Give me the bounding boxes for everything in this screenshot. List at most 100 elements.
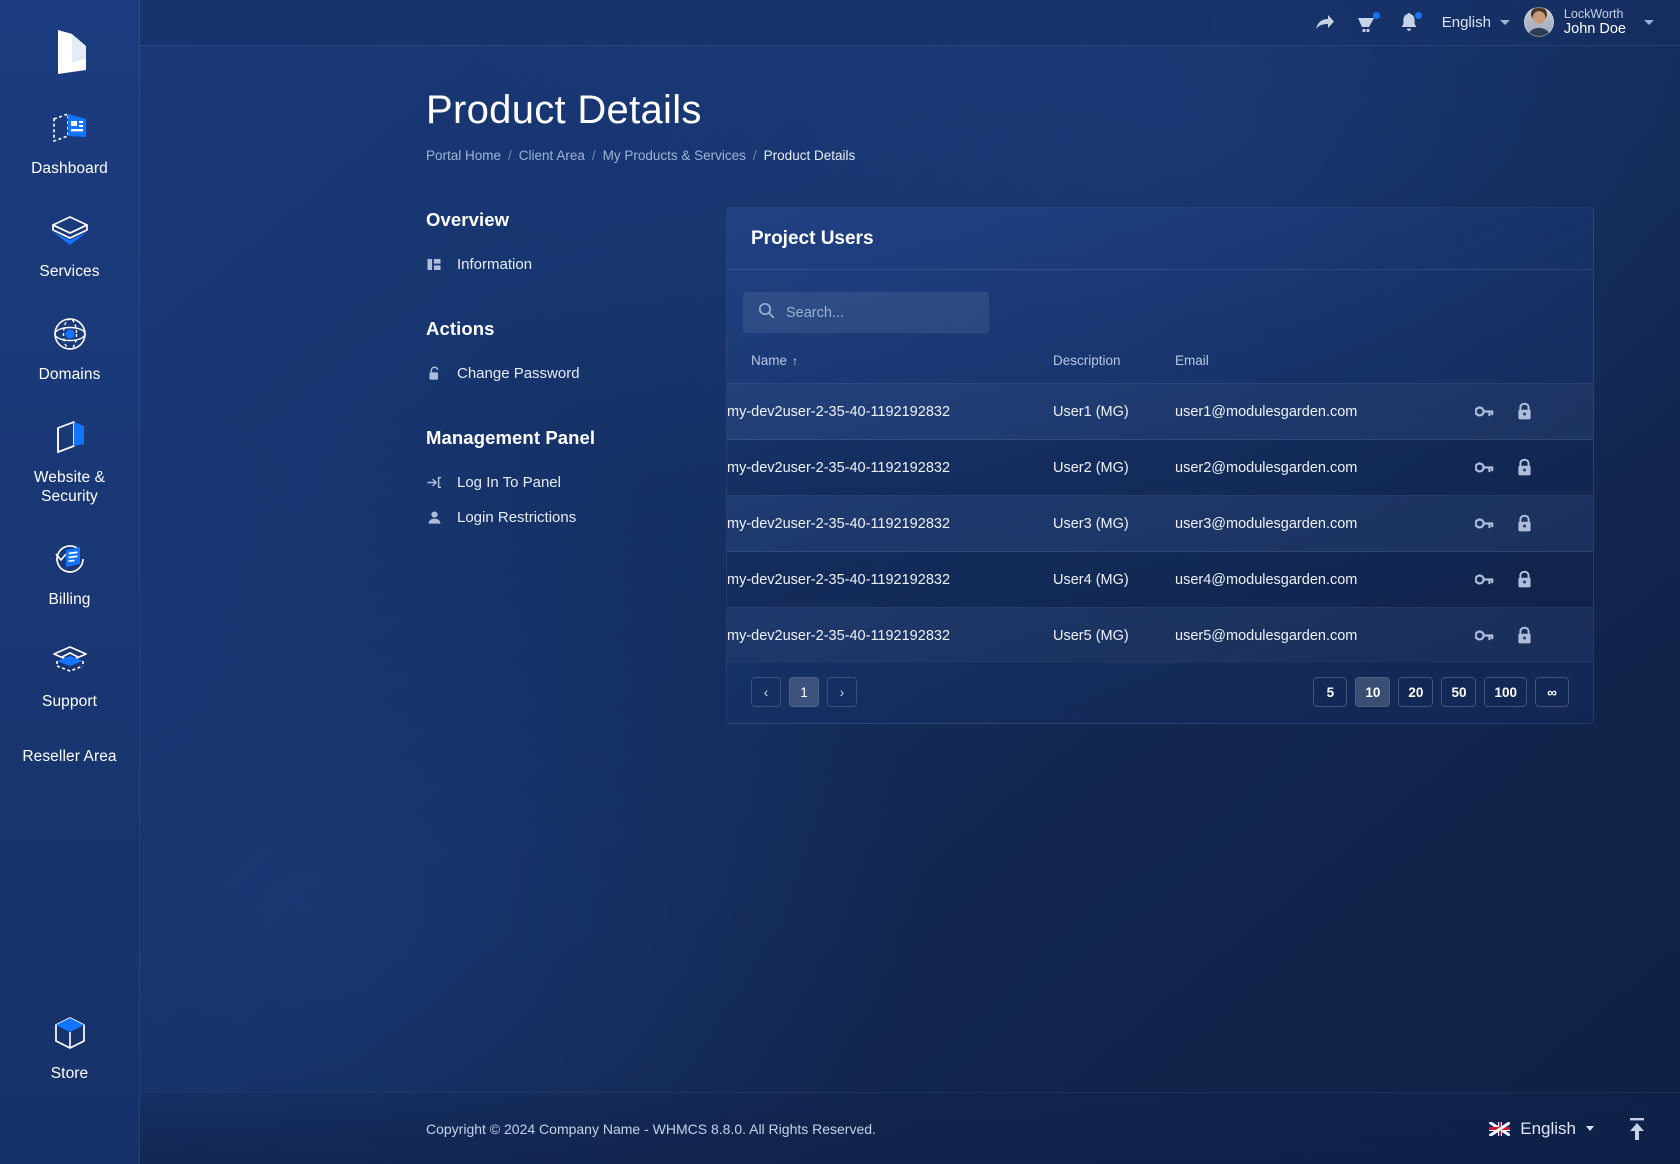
key-icon[interactable] (1475, 516, 1494, 531)
body-row: Overview Information Actions Change Pass… (140, 163, 1680, 724)
cell-description: User5 (MG) (1053, 607, 1175, 663)
column-header-description[interactable]: Description (1053, 353, 1175, 384)
scroll-to-top-button[interactable] (1620, 1112, 1654, 1146)
project-users-table: Name ↑ Description Email my-dev2user-2-35… (727, 353, 1593, 663)
column-header-email[interactable]: Email (1175, 353, 1475, 384)
column-header-name-label: Name (751, 353, 788, 368)
cell-actions (1475, 495, 1593, 552)
footer-language-label: English (1520, 1118, 1576, 1138)
panel-header: Project Users (727, 208, 1593, 270)
pagination: ‹ 1 › (751, 677, 857, 707)
page-size-10-button[interactable]: 10 (1355, 677, 1391, 707)
sidebar-item-label: Support (42, 693, 97, 711)
pagination-page-1-button[interactable]: 1 (789, 677, 819, 707)
website-security-icon (48, 415, 92, 459)
user-menu[interactable]: LockWorth John Doe (1523, 6, 1654, 39)
padlock-icon[interactable] (1516, 402, 1533, 421)
side-menu-item-log-in-to-panel[interactable]: Log In To Panel (426, 469, 726, 495)
app-root: Dashboard Services Domains Website & Sec… (0, 0, 1680, 1164)
side-menu-item-label: Information (457, 255, 533, 273)
domains-globe-icon (48, 312, 92, 356)
cell-actions (1475, 383, 1593, 440)
breadcrumb-item-my-products-services[interactable]: My Products & Services (603, 148, 746, 163)
page-size-20-button[interactable]: 20 (1398, 677, 1434, 707)
search-box[interactable] (743, 292, 989, 333)
page-size-5-button[interactable]: 5 (1313, 677, 1348, 707)
side-menu-item-information[interactable]: Information (426, 251, 726, 277)
page-size-50-button[interactable]: 50 (1441, 677, 1477, 707)
search-input[interactable] (786, 304, 974, 321)
padlock-icon[interactable] (1516, 570, 1533, 589)
page-size-all-button[interactable]: ∞ (1535, 677, 1569, 707)
bell-icon[interactable] (1388, 2, 1430, 44)
sidebar-item-domains[interactable]: Domains (0, 296, 139, 399)
cell-actions (1475, 607, 1593, 663)
table-body: my-dev2user-2-35-40-1192192832 User1 (MG… (727, 383, 1593, 663)
login-arrow-icon (426, 474, 442, 490)
sidebar-item-website-security[interactable]: Website & Security (0, 399, 139, 521)
cell-description: User4 (MG) (1053, 551, 1175, 608)
pagination-prev-button[interactable]: ‹ (751, 677, 781, 707)
main-area: English LockWorth John Doe Product Detai… (140, 0, 1680, 1164)
cell-actions (1475, 551, 1593, 608)
cell-description: User1 (MG) (1053, 383, 1175, 440)
language-selector-footer[interactable]: English (1489, 1119, 1594, 1139)
copyright-text: Copyright © 2024 Company Name - WHMCS 8.… (426, 1120, 876, 1137)
scroll-to-top-icon (1630, 1117, 1644, 1140)
sidebar-item-reseller-area[interactable]: Reseller Area (0, 726, 139, 781)
sidebar-item-label: Dashboard (31, 160, 108, 177)
user-company: LockWorth (1563, 6, 1624, 21)
padlock-icon[interactable] (1516, 626, 1533, 645)
sidebar-item-label: Domains (38, 365, 101, 383)
support-layers-icon (48, 639, 92, 683)
page-size-100-button[interactable]: 100 (1484, 677, 1527, 707)
cell-name: my-dev2user-2-35-40-1192192832 (727, 383, 1053, 440)
padlock-icon[interactable] (1516, 458, 1533, 477)
user-name: John Doe (1563, 21, 1626, 38)
key-icon[interactable] (1475, 572, 1494, 587)
share-arrow-icon[interactable] (1304, 2, 1346, 44)
sidebar-item-label: Services (39, 262, 100, 280)
padlock-icon[interactable] (1516, 514, 1533, 533)
footer-right: English (1489, 1112, 1654, 1146)
breadcrumb-item-client-area[interactable]: Client Area (519, 148, 585, 163)
side-menu-item-login-restrictions[interactable]: Login Restrictions (426, 504, 726, 530)
breadcrumb: Portal Home / Client Area / My Products … (426, 148, 1680, 163)
page-size-selector: 5 10 20 50 100 ∞ (1313, 677, 1569, 707)
cell-name: my-dev2user-2-35-40-1192192832 (727, 439, 1053, 496)
sidebar-item-services[interactable]: Services (0, 193, 139, 296)
cart-icon[interactable] (1346, 2, 1388, 44)
page-title: Product Details (426, 88, 702, 132)
breadcrumb-item-portal-home[interactable]: Portal Home (426, 148, 501, 163)
sidebar-item-billing[interactable]: Billing (0, 521, 139, 624)
cell-name: my-dev2user-2-35-40-1192192832 (727, 607, 1053, 663)
column-header-name[interactable]: Name ↑ (727, 353, 1053, 384)
table-header-row: Name ↑ Description Email (727, 353, 1593, 384)
side-menu-section-title-overview: Overview (426, 209, 510, 230)
services-box-icon (48, 209, 92, 253)
sidebar-item-support[interactable]: Support (0, 623, 139, 726)
language-selector-top[interactable]: English (1442, 14, 1510, 31)
side-menu-item-label: Log In To Panel (457, 473, 561, 491)
pagination-next-button[interactable]: › (827, 677, 857, 707)
side-menu-item-change-password[interactable]: Change Password (426, 360, 726, 386)
side-menu-section-title-management-panel: Management Panel (426, 427, 596, 448)
column-header-actions (1475, 353, 1593, 384)
sidebar-item-dashboard[interactable]: Dashboard (0, 90, 139, 193)
sidebar-item-store[interactable]: Store (0, 995, 139, 1098)
page-header: Product Details Portal Home / Client Are… (140, 46, 1680, 163)
cell-name: my-dev2user-2-35-40-1192192832 (727, 495, 1053, 552)
panel-footer: ‹ 1 › 5 10 20 50 100 ∞ (727, 663, 1593, 723)
key-icon[interactable] (1475, 404, 1494, 419)
side-menu-item-label: Login Restrictions (457, 508, 577, 526)
person-icon (426, 509, 442, 525)
avatar (1523, 7, 1554, 38)
logo[interactable] (0, 14, 139, 90)
cell-name: my-dev2user-2-35-40-1192192832 (727, 551, 1053, 608)
table-row: my-dev2user-2-35-40-1192192832 User2 (MG… (727, 439, 1593, 496)
cart-badge-dot (1372, 11, 1380, 19)
page-content: Product Details Portal Home / Client Are… (140, 46, 1680, 1164)
bell-badge-dot (1414, 11, 1422, 19)
key-icon[interactable] (1475, 460, 1494, 475)
key-icon[interactable] (1475, 628, 1494, 643)
